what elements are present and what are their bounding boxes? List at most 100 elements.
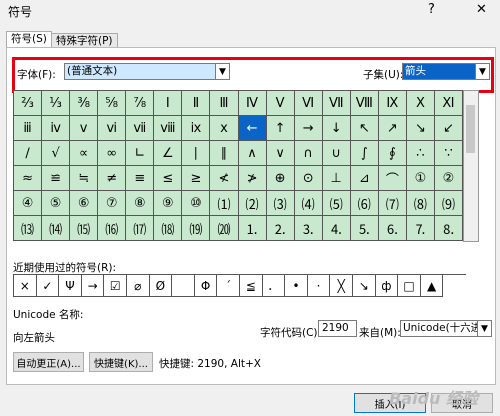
symbol-cell[interactable]: ⒄ [126, 216, 155, 241]
symbol-cell[interactable]: ⊿ [350, 166, 379, 191]
symbol-cell[interactable]: ⒂ [70, 216, 99, 241]
symbol-cell[interactable]: ⑼ [434, 191, 463, 216]
recent-symbol-cell[interactable]: Ø [149, 275, 173, 297]
recent-symbol-cell[interactable]: ≦ [240, 275, 263, 297]
charcode-input[interactable]: 2190 [318, 320, 357, 337]
symbol-cell[interactable]: ∵ [434, 141, 463, 166]
tab-special-chars[interactable]: 特殊字符(P) [51, 33, 118, 48]
recent-symbol-cell[interactable]: Φ [194, 275, 218, 297]
symbol-cell[interactable]: ⅸ [182, 116, 211, 141]
recent-symbol-cell[interactable]: ⌀ [127, 275, 150, 297]
symbol-cell[interactable]: ⑨ [154, 191, 183, 216]
symbol-cell[interactable]: ∟ [126, 141, 155, 166]
symbol-cell[interactable]: ⅝ [98, 91, 127, 116]
symbol-cell[interactable]: ⑹ [350, 191, 379, 216]
symbol-cell[interactable]: ⅶ [126, 116, 155, 141]
symbol-cell[interactable]: ≈ [14, 166, 43, 191]
symbol-cell[interactable]: ⅞ [126, 91, 155, 116]
symbol-cell[interactable]: Ⅹ [406, 91, 435, 116]
symbol-cell[interactable]: ⑻ [406, 191, 435, 216]
symbol-cell[interactable]: ⊥ [322, 166, 351, 191]
symbol-cell[interactable]: ∩ [294, 141, 323, 166]
symbol-cell[interactable]: ⒊ [294, 216, 323, 241]
symbol-cell[interactable]: ⑦ [98, 191, 127, 216]
symbol-cell[interactable]: ≮ [210, 166, 239, 191]
recent-symbol-cell[interactable]: × [14, 275, 37, 297]
symbol-cell[interactable]: ⅹ [210, 116, 239, 141]
recent-symbol-cell[interactable]: ☑ [104, 275, 127, 297]
recent-symbol-cell[interactable]: ． [262, 275, 286, 297]
symbol-cell[interactable]: Ⅱ [182, 91, 211, 116]
symbol-cell[interactable]: ↑ [266, 116, 295, 141]
scroll-thumb[interactable] [466, 105, 475, 153]
symbol-cell[interactable]: ⅴ [70, 116, 99, 141]
symbol-cell[interactable]: ① [406, 166, 435, 191]
symbol-cell[interactable]: ⒈ [238, 216, 267, 241]
symbol-cell[interactable]: ∠ [154, 141, 183, 166]
symbol-cell[interactable]: ↘ [406, 116, 435, 141]
symbol-cell[interactable]: ⑵ [238, 191, 267, 216]
symbol-cell[interactable]: Ⅷ [350, 91, 379, 116]
recent-symbol-cell[interactable]: ´ [217, 275, 240, 297]
symbol-cell[interactable]: ≯ [238, 166, 267, 191]
symbol-cell[interactable]: ∨ [266, 141, 295, 166]
symbol-cell[interactable]: ≒ [70, 166, 99, 191]
recent-symbol-cell[interactable]: ▲ [420, 275, 444, 297]
symbol-cell[interactable]: → [294, 116, 323, 141]
tab-symbols[interactable]: 符号(S) [6, 31, 52, 48]
recent-symbol-cell[interactable]: ↘ [353, 275, 376, 297]
symbol-cell[interactable]: ⅓ [42, 91, 71, 116]
symbol-cell[interactable]: ⒋ [322, 216, 351, 241]
symbol-cell[interactable]: ⒁ [42, 216, 71, 241]
symbol-cell[interactable]: ← [238, 116, 267, 141]
symbol-cell[interactable]: ⅲ [14, 116, 43, 141]
symbol-cell[interactable]: ⒉ [266, 216, 295, 241]
help-button[interactable]: ? [428, 2, 435, 17]
recent-symbol-cell[interactable]: → [81, 275, 105, 297]
symbol-cell[interactable]: Ⅰ [154, 91, 183, 116]
recent-symbol-cell[interactable]: • [285, 275, 308, 297]
symbol-cell[interactable]: ⅜ [70, 91, 99, 116]
recent-symbol-cell[interactable]: Ψ [59, 275, 82, 297]
symbol-cell[interactable]: ↗ [378, 116, 407, 141]
symbol-cell[interactable]: ⅷ [154, 116, 183, 141]
symbol-cell[interactable]: Ⅶ [322, 91, 351, 116]
symbol-cell[interactable]: ⑶ [266, 191, 295, 216]
symbol-cell[interactable]: ⒃ [98, 216, 127, 241]
symbol-cell[interactable]: ≠ [98, 166, 127, 191]
symbol-cell[interactable]: ⑺ [378, 191, 407, 216]
symbol-cell[interactable]: √ [42, 141, 71, 166]
symbol-cell[interactable]: ⑤ [42, 191, 71, 216]
autocorrect-button[interactable]: 自动更正(A)... [13, 352, 84, 372]
recent-symbol-cell[interactable]: □ [398, 275, 421, 297]
symbol-cell[interactable]: ⒀ [14, 216, 43, 241]
symbol-cell[interactable]: ≌ [42, 166, 71, 191]
grid-scrollbar[interactable] [463, 90, 479, 242]
symbol-cell[interactable]: ⅔ [14, 91, 43, 116]
symbol-cell[interactable]: ⒌ [350, 216, 379, 241]
symbol-cell[interactable]: ⑩ [182, 191, 211, 216]
symbol-cell[interactable]: ↖ [350, 116, 379, 141]
symbol-cell[interactable]: ∫ [350, 141, 379, 166]
recent-symbol-cell[interactable]: ╳ [330, 275, 353, 297]
symbol-cell[interactable]: ∕ [14, 141, 43, 166]
symbol-cell[interactable]: ≥ [182, 166, 211, 191]
symbol-cell[interactable]: ⊙ [294, 166, 323, 191]
symbol-cell[interactable]: Ⅺ [434, 91, 463, 116]
symbol-cell[interactable]: ≤ [154, 166, 183, 191]
symbol-cell[interactable]: ∴ [406, 141, 435, 166]
recent-symbol-cell[interactable] [172, 275, 195, 297]
symbol-cell[interactable]: ⑧ [126, 191, 155, 216]
symbol-cell[interactable]: ⒇ [210, 216, 239, 241]
symbol-cell[interactable]: ⑴ [210, 191, 239, 216]
symbol-cell[interactable]: ⒍ [378, 216, 407, 241]
recent-symbol-cell[interactable]: ✓ [36, 275, 60, 297]
symbol-cell[interactable]: ⅵ [98, 116, 127, 141]
from-dropdown-icon[interactable]: ▼ [477, 320, 492, 337]
symbol-cell[interactable]: ∮ [378, 141, 407, 166]
symbol-cell[interactable]: ⒎ [406, 216, 435, 241]
symbol-cell[interactable]: ≡ [126, 166, 155, 191]
recent-symbol-cell[interactable]: · [307, 275, 331, 297]
symbol-cell[interactable]: ④ [14, 191, 43, 216]
symbol-cell[interactable]: ⒆ [182, 216, 211, 241]
